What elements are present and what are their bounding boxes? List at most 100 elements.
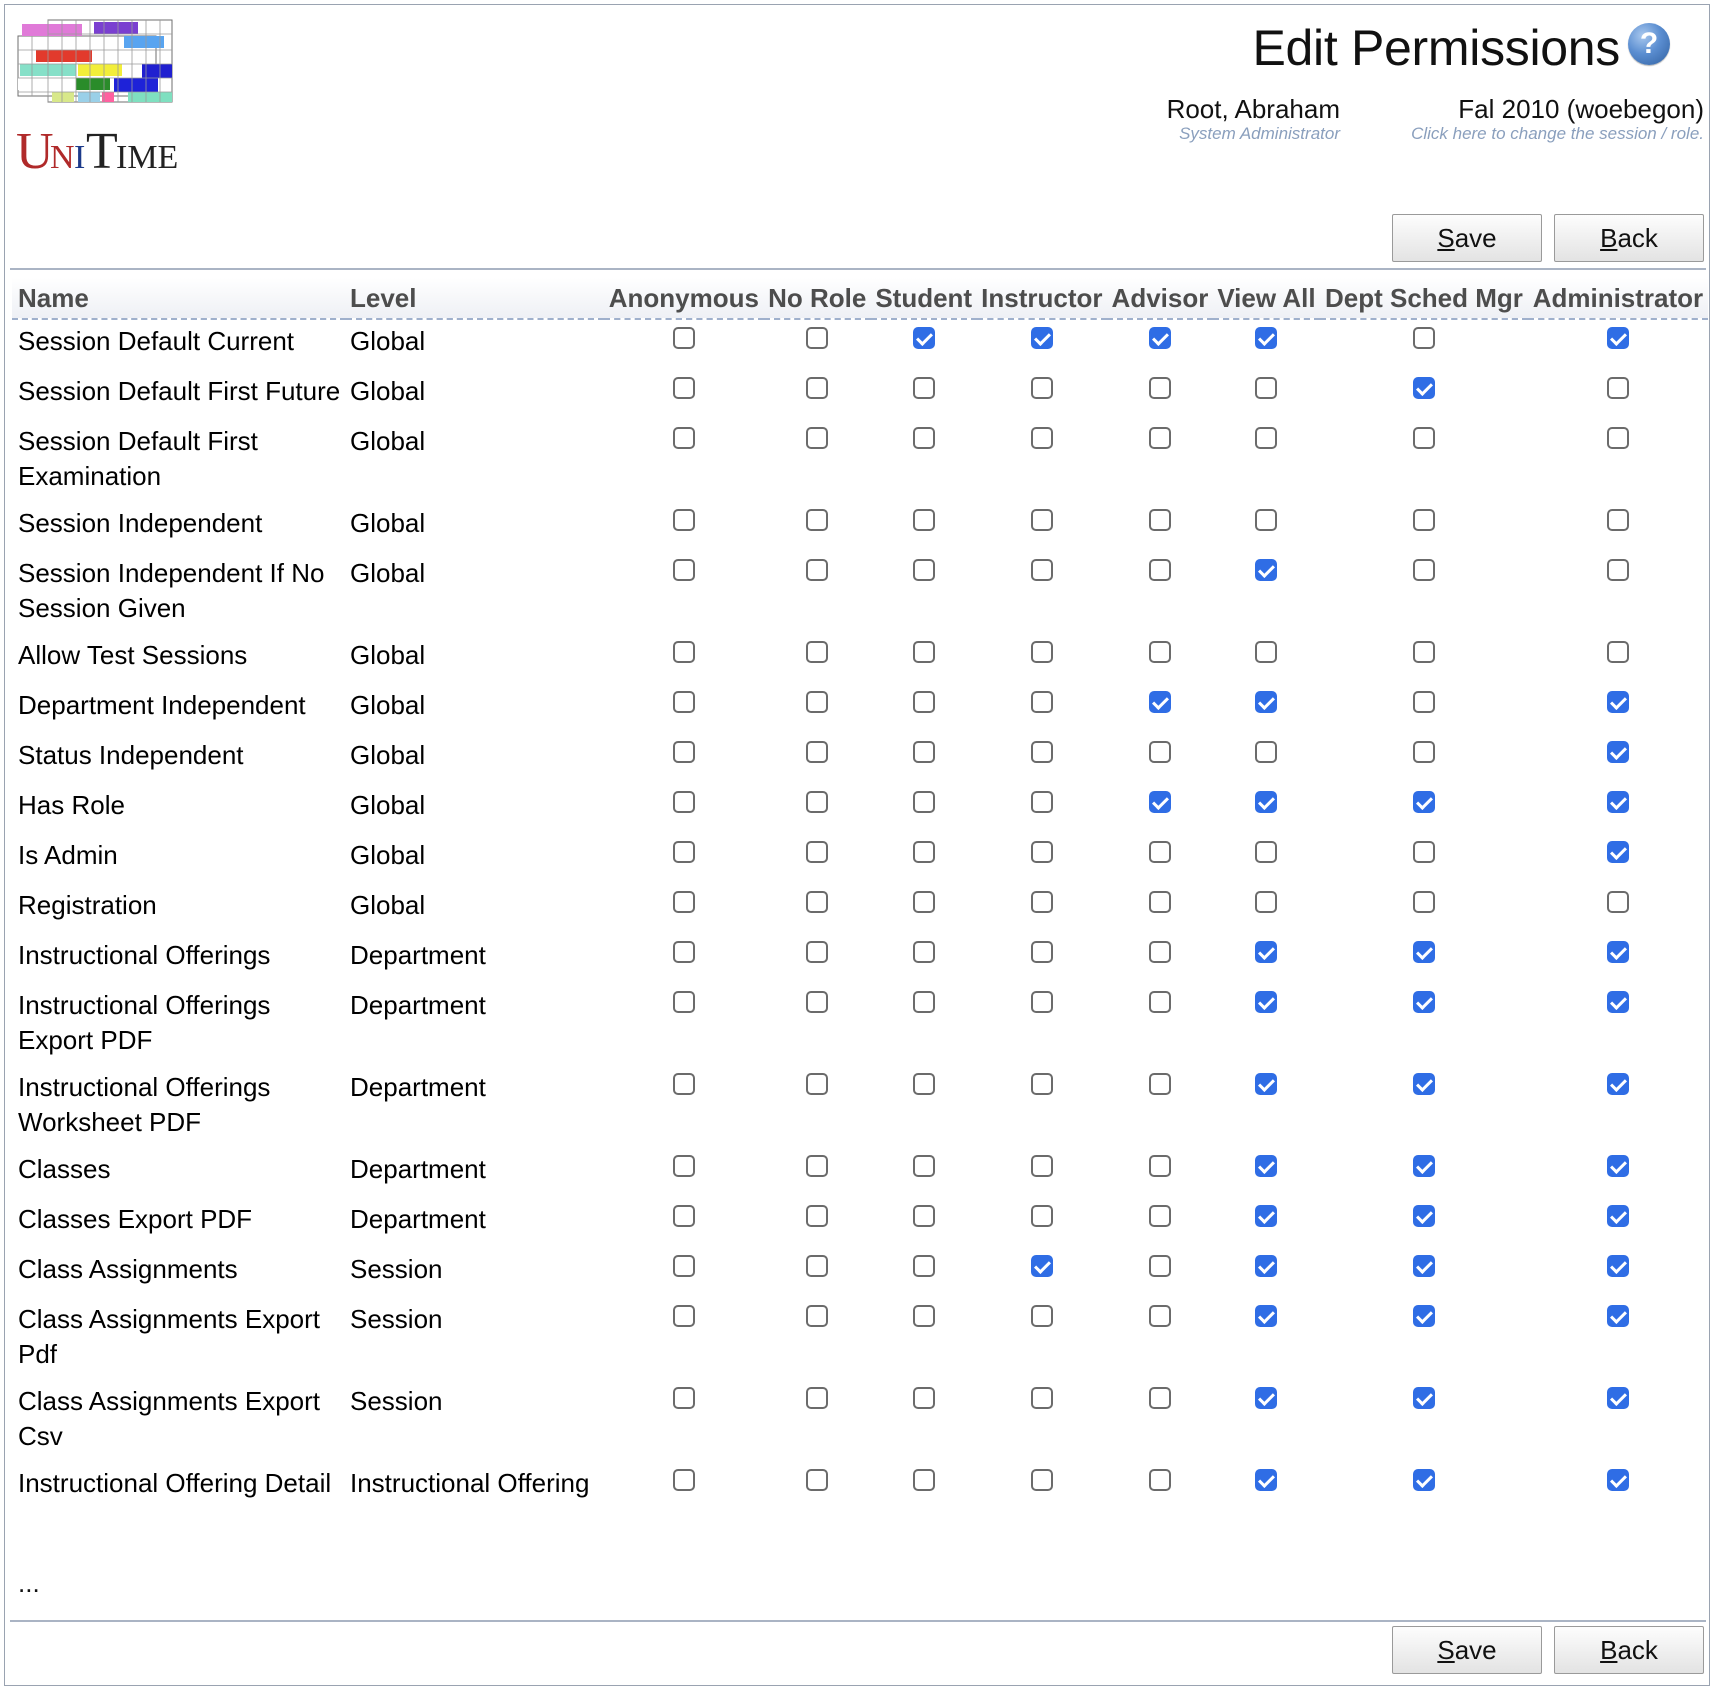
permission-checkbox-instructor[interactable]	[1030, 641, 1053, 663]
permission-checkbox-no-role[interactable]	[806, 427, 829, 449]
permission-checkbox-view-all[interactable]	[1255, 1305, 1278, 1327]
permission-checkbox-instructor[interactable]	[1030, 1073, 1053, 1095]
column-header-name[interactable]: Name	[12, 278, 346, 320]
permission-checkbox-instructor[interactable]	[1030, 1469, 1053, 1491]
permission-checkbox-administrator[interactable]	[1606, 1387, 1629, 1409]
permission-checkbox-advisor[interactable]	[1148, 841, 1171, 863]
permission-checkbox-student[interactable]	[912, 1205, 935, 1227]
permission-checkbox-administrator[interactable]	[1606, 1073, 1629, 1095]
permission-checkbox-advisor[interactable]	[1148, 1073, 1171, 1095]
permission-checkbox-advisor[interactable]	[1148, 1305, 1171, 1327]
permission-checkbox-no-role[interactable]	[806, 891, 829, 913]
permission-checkbox-view-all[interactable]	[1255, 377, 1278, 399]
permission-checkbox-advisor[interactable]	[1148, 427, 1171, 449]
permission-checkbox-advisor[interactable]	[1148, 1387, 1171, 1409]
column-header-dept-sched-mgr[interactable]: Dept Sched Mgr	[1320, 278, 1528, 320]
permission-checkbox-administrator[interactable]	[1606, 741, 1629, 763]
permission-checkbox-instructor[interactable]	[1030, 1305, 1053, 1327]
permission-checkbox-instructor[interactable]	[1030, 891, 1053, 913]
permission-checkbox-instructor[interactable]	[1030, 1155, 1053, 1177]
permission-checkbox-administrator[interactable]	[1606, 327, 1629, 349]
permission-checkbox-dept-sched-mgr[interactable]	[1412, 327, 1435, 349]
permission-checkbox-dept-sched-mgr[interactable]	[1412, 559, 1435, 581]
permission-checkbox-no-role[interactable]	[806, 1155, 829, 1177]
permission-checkbox-anonymous[interactable]	[672, 641, 695, 663]
permission-checkbox-student[interactable]	[912, 427, 935, 449]
permission-checkbox-anonymous[interactable]	[672, 559, 695, 581]
permission-checkbox-anonymous[interactable]	[672, 1387, 695, 1409]
save-button[interactable]: Save	[1392, 214, 1542, 262]
permission-checkbox-no-role[interactable]	[806, 1073, 829, 1095]
back-button[interactable]: Back	[1554, 1626, 1704, 1674]
permission-checkbox-advisor[interactable]	[1148, 377, 1171, 399]
permission-checkbox-administrator[interactable]	[1606, 427, 1629, 449]
permission-checkbox-dept-sched-mgr[interactable]	[1412, 1205, 1435, 1227]
permission-checkbox-anonymous[interactable]	[672, 941, 695, 963]
column-header-instructor[interactable]: Instructor	[976, 278, 1108, 320]
permission-checkbox-instructor[interactable]	[1030, 559, 1053, 581]
column-header-view-all[interactable]: View All	[1212, 278, 1321, 320]
permission-checkbox-anonymous[interactable]	[672, 891, 695, 913]
permission-checkbox-advisor[interactable]	[1148, 509, 1171, 531]
permission-checkbox-dept-sched-mgr[interactable]	[1412, 641, 1435, 663]
permission-checkbox-administrator[interactable]	[1606, 1305, 1629, 1327]
permission-checkbox-administrator[interactable]	[1606, 559, 1629, 581]
permission-checkbox-advisor[interactable]	[1148, 1155, 1171, 1177]
permission-checkbox-dept-sched-mgr[interactable]	[1412, 691, 1435, 713]
permission-checkbox-administrator[interactable]	[1606, 1155, 1629, 1177]
permission-checkbox-advisor[interactable]	[1148, 791, 1171, 813]
permission-checkbox-instructor[interactable]	[1030, 1387, 1053, 1409]
permission-checkbox-anonymous[interactable]	[672, 1469, 695, 1491]
permission-checkbox-view-all[interactable]	[1255, 641, 1278, 663]
permission-checkbox-advisor[interactable]	[1148, 691, 1171, 713]
permission-checkbox-dept-sched-mgr[interactable]	[1412, 1073, 1435, 1095]
permission-checkbox-advisor[interactable]	[1148, 1205, 1171, 1227]
permission-checkbox-advisor[interactable]	[1148, 1469, 1171, 1491]
permission-checkbox-dept-sched-mgr[interactable]	[1412, 891, 1435, 913]
help-icon[interactable]: ?	[1628, 23, 1670, 65]
permission-checkbox-view-all[interactable]	[1255, 559, 1278, 581]
permission-checkbox-advisor[interactable]	[1148, 941, 1171, 963]
permission-checkbox-student[interactable]	[912, 1305, 935, 1327]
permission-checkbox-administrator[interactable]	[1606, 841, 1629, 863]
permission-checkbox-anonymous[interactable]	[672, 1255, 695, 1277]
permission-checkbox-anonymous[interactable]	[672, 791, 695, 813]
permission-checkbox-student[interactable]	[912, 991, 935, 1013]
permission-checkbox-dept-sched-mgr[interactable]	[1412, 941, 1435, 963]
permission-checkbox-no-role[interactable]	[806, 941, 829, 963]
permission-checkbox-view-all[interactable]	[1255, 327, 1278, 349]
permission-checkbox-view-all[interactable]	[1255, 1073, 1278, 1095]
permission-checkbox-no-role[interactable]	[806, 327, 829, 349]
permission-checkbox-anonymous[interactable]	[672, 991, 695, 1013]
permission-checkbox-no-role[interactable]	[806, 509, 829, 531]
permission-checkbox-view-all[interactable]	[1255, 691, 1278, 713]
permission-checkbox-administrator[interactable]	[1606, 1205, 1629, 1227]
permission-checkbox-anonymous[interactable]	[672, 741, 695, 763]
permission-checkbox-student[interactable]	[912, 1469, 935, 1491]
permission-checkbox-administrator[interactable]	[1606, 641, 1629, 663]
permission-checkbox-no-role[interactable]	[806, 1469, 829, 1491]
permission-checkbox-view-all[interactable]	[1255, 741, 1278, 763]
permission-checkbox-instructor[interactable]	[1030, 791, 1053, 813]
back-button[interactable]: Back	[1554, 214, 1704, 262]
permission-checkbox-view-all[interactable]	[1255, 991, 1278, 1013]
permission-checkbox-instructor[interactable]	[1030, 377, 1053, 399]
permission-checkbox-anonymous[interactable]	[672, 1155, 695, 1177]
permission-checkbox-view-all[interactable]	[1255, 1205, 1278, 1227]
permission-checkbox-advisor[interactable]	[1148, 641, 1171, 663]
permission-checkbox-student[interactable]	[912, 841, 935, 863]
permission-checkbox-view-all[interactable]	[1255, 841, 1278, 863]
permission-checkbox-administrator[interactable]	[1606, 791, 1629, 813]
permission-checkbox-view-all[interactable]	[1255, 941, 1278, 963]
permission-checkbox-anonymous[interactable]	[672, 1305, 695, 1327]
session-selector[interactable]: Fal 2010 (woebegon) Click here to change…	[1411, 94, 1704, 144]
permission-checkbox-no-role[interactable]	[806, 1255, 829, 1277]
permission-checkbox-no-role[interactable]	[806, 1305, 829, 1327]
column-header-no-role[interactable]: No Role	[763, 278, 871, 320]
permission-checkbox-advisor[interactable]	[1148, 741, 1171, 763]
permission-checkbox-anonymous[interactable]	[672, 509, 695, 531]
permission-checkbox-no-role[interactable]	[806, 791, 829, 813]
permission-checkbox-anonymous[interactable]	[672, 377, 695, 399]
permission-checkbox-advisor[interactable]	[1148, 559, 1171, 581]
permission-checkbox-dept-sched-mgr[interactable]	[1412, 427, 1435, 449]
